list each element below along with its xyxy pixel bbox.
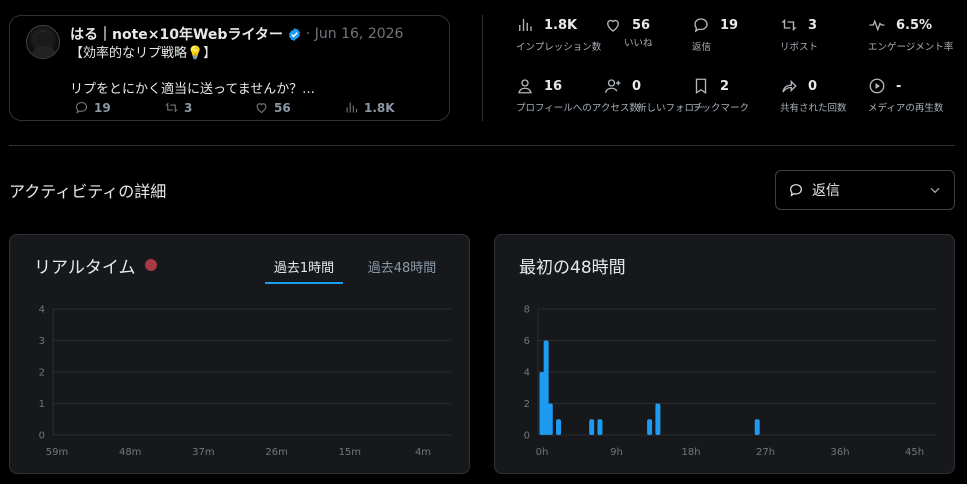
x-tick-label: 26m (265, 447, 287, 458)
repost-icon (781, 19, 797, 31)
view-count: 1.8K (364, 100, 395, 115)
repost-count: 3 (184, 100, 193, 115)
y-tick-label: 0 (524, 431, 530, 442)
metric-replies: 19 返信 (692, 15, 739, 54)
x-tick-label: 45h (905, 447, 924, 458)
dropdown-selected-value: 返信 (812, 183, 840, 199)
x-tick-label: 36h (830, 447, 849, 458)
chart-bar (547, 403, 553, 435)
activity-section-title: アクティビティの詳細 (9, 182, 167, 201)
play-icon (869, 78, 885, 94)
metric-value: 1.8K (544, 17, 578, 33)
y-tick-label: 2 (39, 368, 45, 379)
x-tick-label: 59m (46, 447, 68, 458)
horizontal-divider (9, 145, 955, 146)
metric-value: 0 (632, 78, 642, 94)
author-name[interactable]: はる｜note×10年Webライター (70, 24, 283, 44)
y-tick-label: 1 (39, 399, 45, 410)
chart-bar (597, 419, 603, 435)
y-tick-label: 2 (524, 399, 530, 410)
metric-impressions: 1.8K インプレッション数 (516, 15, 602, 54)
like-button[interactable]: 56 (254, 100, 344, 115)
metric-value: 6.5% (896, 17, 933, 33)
metric-label: エンゲージメント率 (868, 42, 954, 53)
metric-reposts: 3 リポスト (780, 15, 819, 54)
like-count: 56 (274, 100, 291, 115)
metric-new-follows: 0 新しいフォロー (604, 76, 704, 114)
metric-media-views: - メディアの再生数 (868, 76, 944, 115)
metric-label: ブックマーク (692, 103, 750, 114)
realtime-chart: 0 1 2 3 4 59m 48m 37m 26m 15m 4m (39, 305, 451, 458)
tweet-text-line1: 【効率的なリプ戦略💡】 (70, 46, 217, 61)
y-tick-label: 8 (524, 305, 530, 316)
chart-bar (754, 419, 760, 435)
x-tick-label: 4m (415, 447, 431, 458)
y-tick-label: 4 (39, 305, 45, 316)
x-tick-label: 27h (756, 447, 775, 458)
verified-badge-icon (288, 27, 300, 41)
metric-value: 3 (808, 17, 818, 33)
repost-icon (165, 102, 178, 113)
metric-likes: 56 いいね (604, 15, 653, 49)
tweet-header: はる｜note×10年Webライター · Jun 16, 2026 (70, 24, 403, 44)
tweet-date[interactable]: · Jun 16, 2026 (306, 26, 404, 42)
metric-label: インプレッション数 (516, 42, 602, 53)
metric-shares: 0 共有された回数 (780, 76, 847, 115)
x-tick-label: 0h (536, 447, 549, 458)
x-tick-label: 48m (119, 447, 141, 458)
reply-count: 19 (94, 100, 111, 115)
metric-select-dropdown[interactable]: 返信 (775, 170, 955, 210)
first-48-hours-chart: 0 2 4 6 8 0h 9h 18h 27h 36h 45h (524, 305, 936, 458)
repost-button[interactable]: 3 (164, 100, 254, 115)
chart-bar (655, 403, 661, 435)
vertical-divider (482, 15, 483, 121)
metric-value: - (896, 78, 902, 94)
heart-icon (256, 103, 267, 114)
avatar[interactable] (26, 25, 60, 59)
tweet-text-line2: リプをとにかく適当に送ってませんか？... (70, 82, 315, 97)
realtime-panel: リアルタイム 過去1時間 過去48時間 0 1 2 3 4 59m 48m 37m 26m 15m… (9, 234, 470, 474)
metric-label: いいね (624, 38, 653, 49)
x-tick-label: 15m (339, 447, 361, 458)
y-tick-label: 0 (39, 431, 45, 442)
first-48-hours-panel: 最初の48時間 0 2 4 6 8 0h 9h 18h 27h 36h 45h (494, 234, 955, 474)
reply-button[interactable]: 19 (74, 100, 164, 115)
metric-value: 56 (632, 17, 651, 33)
person-icon (518, 79, 532, 94)
share-icon (782, 79, 797, 93)
metric-label: 共有された回数 (780, 103, 847, 114)
metric-bookmarks: 2 ブックマーク (692, 76, 750, 115)
bookmark-icon (695, 78, 707, 95)
heart-icon (607, 19, 619, 32)
y-tick-label: 4 (524, 368, 530, 379)
bar-chart-icon (346, 102, 358, 113)
pulse-icon (869, 19, 885, 32)
tweet-actions: 19 3 56 1.8K (74, 100, 424, 115)
metric-value: 16 (544, 78, 563, 94)
chart-bar (647, 419, 653, 435)
add-person-icon (604, 79, 621, 93)
tweet-card[interactable]: はる｜note×10年Webライター · Jun 16, 2026 【効率的なリ… (9, 15, 450, 121)
x-tick-label: 37m (192, 447, 214, 458)
reply-icon (694, 18, 708, 33)
metric-value: 19 (720, 17, 739, 33)
views-button[interactable]: 1.8K (344, 100, 395, 115)
chevron-down-icon (930, 187, 940, 194)
y-tick-label: 3 (39, 336, 45, 347)
y-tick-label: 6 (524, 336, 530, 347)
reply-icon (790, 184, 802, 197)
bar-chart-icon (519, 19, 532, 31)
chart-bar (589, 419, 595, 435)
metric-label: リポスト (780, 42, 819, 53)
metric-label: メディアの再生数 (868, 103, 944, 114)
chart-bar (556, 419, 562, 435)
x-tick-label: 18h (681, 447, 700, 458)
metric-label: 返信 (692, 42, 712, 53)
metric-value: 2 (720, 78, 730, 94)
metric-value: 0 (808, 78, 818, 94)
reply-icon (75, 101, 88, 114)
x-tick-label: 9h (610, 447, 623, 458)
metric-engagement: 6.5% エンゲージメント率 (868, 15, 954, 54)
